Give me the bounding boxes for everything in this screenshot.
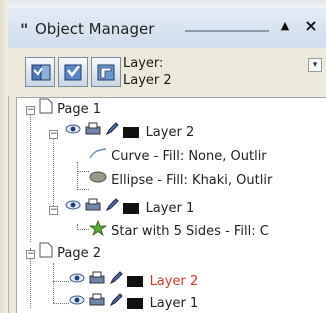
layer-color-swatch[interactable] — [127, 298, 144, 309]
layer-label: Layer 2 — [149, 274, 199, 289]
page-label: Page 1 — [57, 102, 102, 117]
ellipse-icon — [89, 170, 107, 191]
object-label: Curve - Fill: None, Outlir — [111, 149, 267, 164]
tree-node-ellipse[interactable]: Ellipse - Fill: Khaki, Outlir — [89, 170, 272, 190]
star-icon — [88, 219, 108, 243]
close-button[interactable]: × — [302, 17, 320, 35]
page-icon — [39, 242, 53, 265]
current-layer-label: Layer: — [123, 56, 164, 71]
page-label: Page 2 — [57, 246, 102, 261]
layer-label: Layer 2 — [145, 125, 195, 140]
tree-connector — [53, 138, 54, 214]
object-label: Ellipse - Fill: Khaki, Outlir — [111, 173, 273, 188]
expand-toggle[interactable]: − — [26, 250, 35, 259]
title-bar-divider — [185, 30, 269, 32]
tree-connector — [53, 303, 69, 304]
tree-connector — [77, 171, 89, 172]
tree-connector — [53, 263, 54, 303]
eye-icon[interactable] — [69, 271, 85, 292]
expand-toggle[interactable]: − — [49, 130, 58, 139]
tree-connector — [77, 189, 89, 190]
layer-label: Layer 1 — [149, 296, 199, 311]
layer-manager-view-icon — [97, 64, 115, 81]
tree-connector — [30, 112, 31, 242]
current-layer-value: Layer 2 — [123, 73, 172, 88]
pencil-icon[interactable] — [109, 293, 123, 313]
tree-node-page-1[interactable]: Page 1 — [39, 98, 101, 118]
eye-icon[interactable] — [65, 198, 81, 219]
tree-connector — [53, 281, 69, 282]
tree-node-page-2[interactable]: Page 2 — [39, 242, 101, 262]
layer-color-swatch[interactable] — [127, 276, 144, 287]
tree-connector — [77, 229, 89, 230]
page-icon — [39, 98, 53, 121]
pencil-icon[interactable] — [105, 122, 119, 143]
tree-connector — [77, 162, 78, 188]
current-layer-indicator: Layer: Layer 2 — [123, 55, 172, 89]
show-object-properties-button[interactable] — [25, 57, 55, 87]
layer-manager-view-button[interactable] — [91, 57, 121, 87]
layer-label: Layer 1 — [145, 201, 195, 216]
tree-node-layer-1-page-2[interactable]: Layer 1 — [69, 293, 198, 313]
layer-dropdown-button[interactable]: ▾ — [308, 58, 322, 72]
pencil-icon[interactable] — [105, 198, 119, 219]
object-label: Star with 5 Sides - Fill: C — [111, 224, 269, 239]
tree-node-layer-2-active[interactable]: Layer 2 — [69, 271, 198, 291]
panel-title: Object Manager — [35, 20, 155, 38]
edit-across-layers-icon — [64, 64, 82, 81]
eye-icon[interactable] — [65, 122, 81, 143]
eye-icon[interactable] — [69, 293, 85, 313]
layer-color-swatch[interactable] — [123, 127, 140, 138]
printer-icon[interactable] — [89, 293, 105, 313]
top-edge — [8, 0, 326, 8]
edit-across-layers-button[interactable] — [58, 57, 88, 87]
expand-toggle[interactable]: − — [26, 106, 35, 115]
tree-node-star[interactable]: Star with 5 Sides - Fill: C — [88, 219, 269, 243]
printer-icon[interactable] — [85, 122, 101, 143]
pencil-icon[interactable] — [109, 271, 123, 292]
tree-node-curve[interactable]: Curve - Fill: None, Outlir — [89, 146, 267, 166]
collapse-button[interactable]: ▲ — [276, 17, 294, 35]
grip-icon[interactable]: " — [20, 22, 34, 38]
object-tree: − Page 1 − Layer 2 Curve - Fill: None, O… — [16, 97, 326, 313]
expand-toggle[interactable]: − — [49, 206, 58, 215]
tree-node-layer-2[interactable]: Layer 2 — [65, 122, 194, 142]
layer-color-swatch[interactable] — [123, 203, 140, 214]
printer-icon[interactable] — [85, 198, 101, 219]
curve-icon — [89, 146, 107, 167]
show-object-properties-icon — [31, 64, 51, 81]
left-edge — [0, 0, 8, 313]
printer-icon[interactable] — [89, 271, 105, 292]
tree-node-layer-1[interactable]: Layer 1 — [65, 198, 194, 218]
